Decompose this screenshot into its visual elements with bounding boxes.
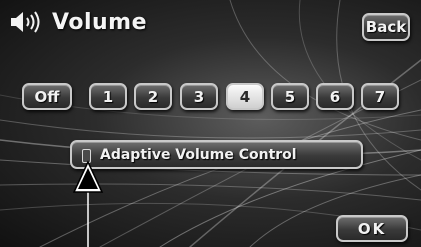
speaker-volume-icon: [11, 11, 40, 33]
volume-level-6-button[interactable]: 6: [316, 83, 354, 110]
adaptive-volume-control-label: Adaptive Volume Control: [100, 146, 297, 163]
volume-screen: Volume Back Off 1 2 3 4 5 6 7 Adaptive V…: [0, 0, 421, 247]
volume-level-2-button[interactable]: 2: [134, 83, 172, 110]
indicator-callout-arrow-icon: [72, 160, 104, 247]
page-title: Volume: [52, 9, 147, 35]
volume-level-3-button[interactable]: 3: [180, 83, 218, 110]
volume-level-5-button[interactable]: 5: [271, 83, 309, 110]
title-bar: Volume: [10, 6, 147, 38]
volume-level-4-button[interactable]: 4: [226, 83, 264, 110]
volume-level-7-button[interactable]: 7: [361, 83, 399, 110]
volume-level-1-button[interactable]: 1: [89, 83, 127, 110]
adaptive-volume-control-button[interactable]: Adaptive Volume Control: [70, 140, 363, 169]
back-button[interactable]: Back: [362, 13, 410, 41]
ok-button[interactable]: OK: [336, 215, 408, 242]
volume-level-off-button[interactable]: Off: [22, 83, 72, 110]
